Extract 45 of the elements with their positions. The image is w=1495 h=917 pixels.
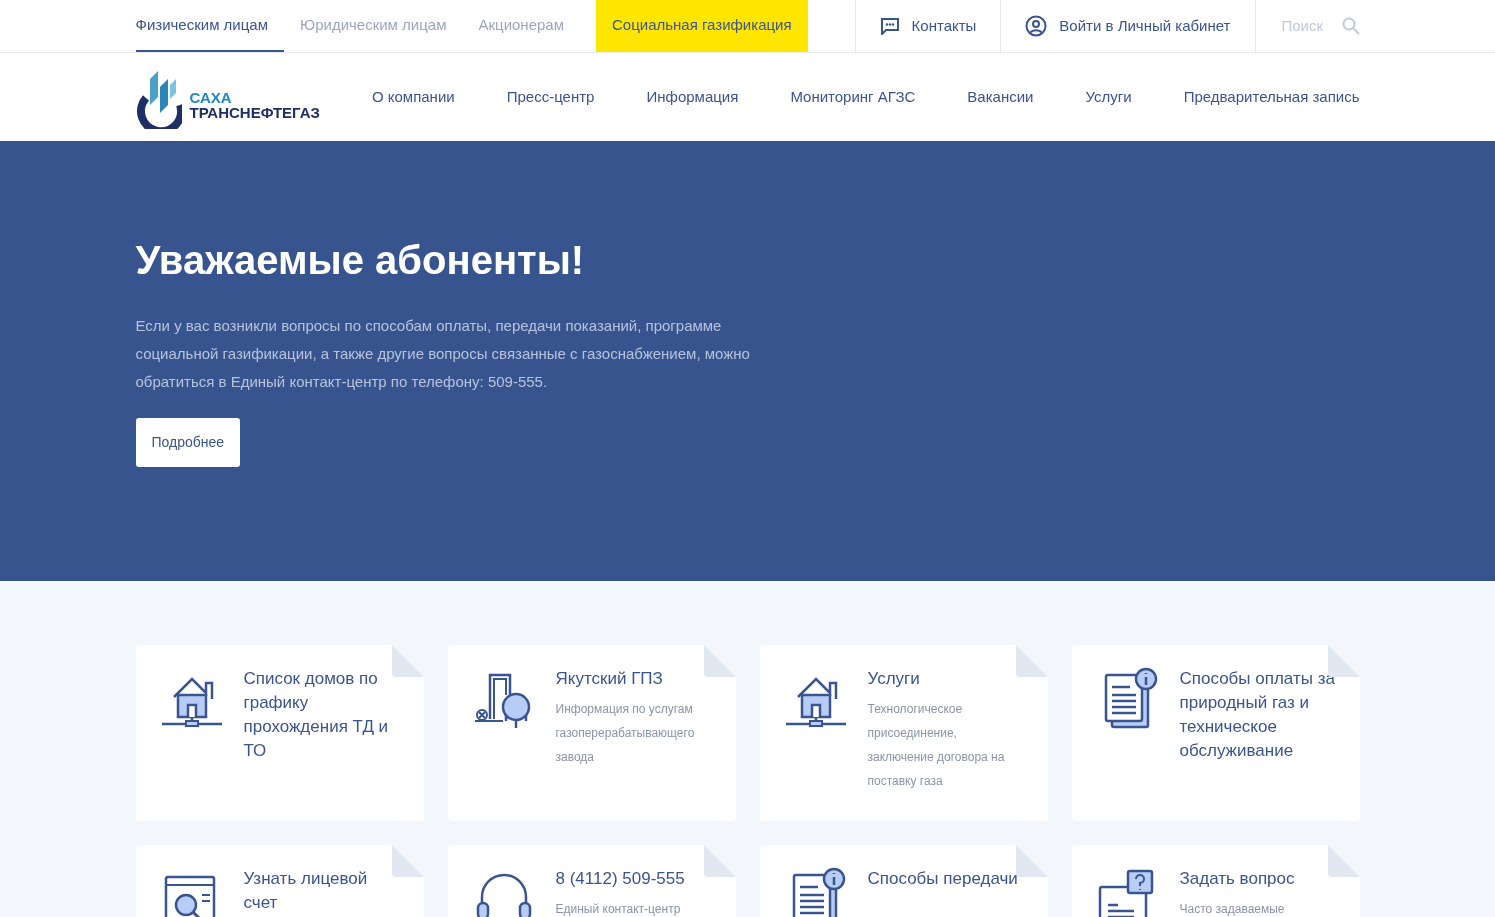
card-text: Технологическое присоединение, заключение договора на поставку газа [867, 701, 1006, 790]
menu-link[interactable]: Мониторинг АГЗС [790, 85, 916, 109]
page-corner-icon [703, 845, 736, 877]
card-title: Список домов по графику прохождения ТД и ТО [243, 668, 390, 762]
hero-title: Уважаемые абоненты! [135, 237, 586, 284]
service-card[interactable]: Узнать лицевой счет [135, 845, 424, 917]
card-title: Способы передачи [867, 868, 1018, 890]
card-title: Якутский ГПЗ [555, 668, 664, 690]
contacts-link[interactable]: Контакты [854, 0, 1001, 52]
login-link[interactable]: Войти в Личный кабинет [1000, 0, 1255, 52]
user-icon [1025, 15, 1048, 37]
menu-link[interactable]: Информация [646, 85, 739, 109]
card-text: Единый контакт-центр [555, 901, 682, 917]
search-icon[interactable] [1341, 17, 1360, 35]
card-text: Информация по услугам газоперерабатывающего завода [555, 701, 696, 766]
logo-text: ТРАНСНЕФТЕГАЗ [189, 105, 320, 120]
page-corner-icon [1015, 645, 1048, 677]
page-corner-icon [703, 645, 736, 677]
card-title: Задать вопрос [1179, 868, 1295, 890]
search-field[interactable]: Поиск [1279, 13, 1336, 39]
card-text: Часто задаваемые [1179, 901, 1286, 917]
hero-text: Если у вас возникли вопросы по способам оплаты, передачи показаний, программе социальной газификации, а также другие вопросы связанные с газоснабжением, можно обратиться в Единый контакт-центр по телефону: 509-555. [135, 316, 751, 392]
top-tab[interactable]: Социальная газификация [596, 0, 808, 52]
menu-link[interactable]: Вакансии [967, 85, 1034, 109]
logo-text: САХА [189, 90, 233, 105]
page-corner-icon [391, 845, 424, 877]
card-title: 8 (4112) 509-555 [555, 868, 685, 890]
menu-link[interactable]: О компании [371, 85, 455, 109]
page-corner-icon [1015, 845, 1048, 877]
page-corner-icon [1327, 845, 1360, 877]
more-button[interactable]: Подробнее [135, 418, 241, 467]
menu-link[interactable]: Услуги [1085, 85, 1132, 109]
service-card[interactable]: Услуги Технологическое присоединение, заключение договора на поставку газа [759, 645, 1048, 821]
service-card[interactable]: Якутский ГПЗ Информация по услугам газоперерабатывающего завода [447, 645, 736, 821]
page-corner-icon [391, 645, 424, 677]
menu-link[interactable]: Предварительная запись [1183, 85, 1360, 109]
card-title: Услуги [867, 668, 921, 690]
service-card[interactable]: Задать вопрос Часто задаваемые [1071, 845, 1360, 917]
service-card[interactable]: Список домов по графику прохождения ТД и ТО [135, 645, 424, 821]
menu-link[interactable]: Пресс-центр [506, 85, 595, 109]
page-corner-icon [1327, 645, 1360, 677]
card-title: Узнать лицевой счет [243, 868, 369, 914]
chat-icon [879, 17, 900, 35]
service-card[interactable]: Способы передачи [759, 845, 1048, 917]
service-card[interactable]: 8 (4112) 509-555 Единый контакт-центр [447, 845, 736, 917]
